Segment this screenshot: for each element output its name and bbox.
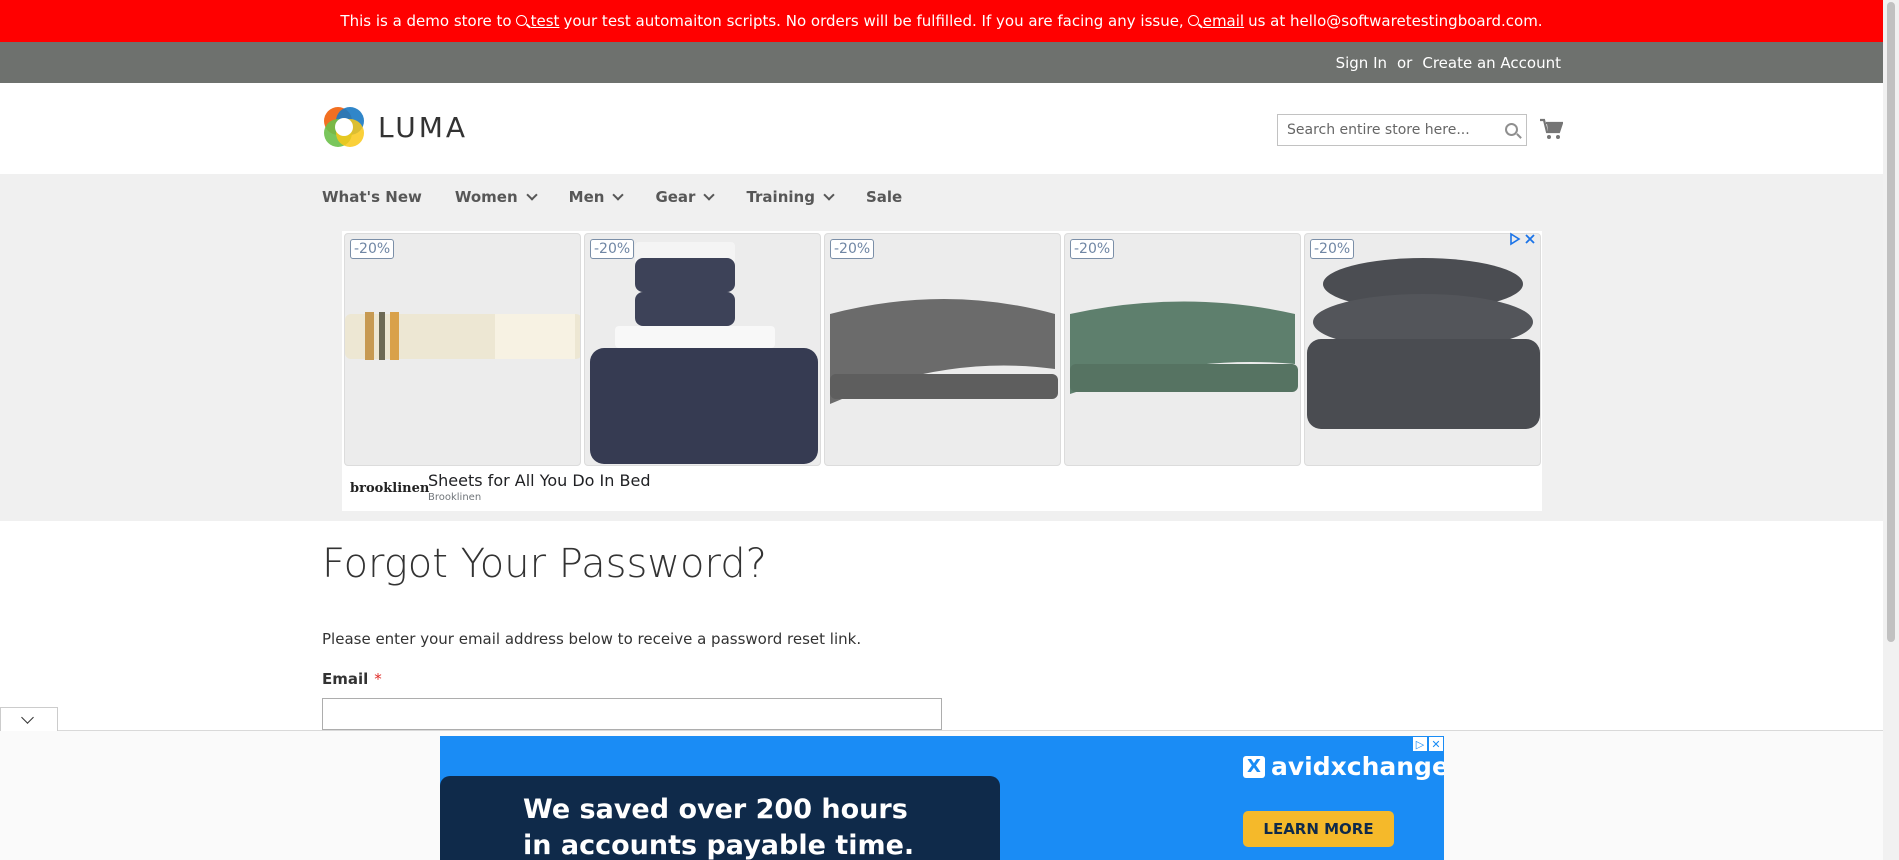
chevron-down-icon bbox=[21, 711, 34, 724]
banner-text-3: us at hello@softwaretestingboard.com. bbox=[1248, 12, 1543, 30]
nav-label: Men bbox=[568, 188, 605, 206]
ad-product-tile[interactable]: -20% bbox=[824, 233, 1061, 466]
ad-headline: We saved over 200 hours in accounts paya… bbox=[523, 792, 914, 860]
nav-item-men[interactable]: Men bbox=[568, 188, 625, 206]
search-icon[interactable] bbox=[1505, 123, 1518, 136]
ad-brand: X avidxchange bbox=[1243, 752, 1444, 781]
ad-advertiser: Brooklinen bbox=[428, 492, 482, 503]
logo-text: LUMA bbox=[378, 110, 469, 144]
email-label-text: Email bbox=[322, 670, 369, 688]
banner-text-1: This is a demo store to bbox=[340, 12, 512, 30]
email-field[interactable] bbox=[322, 698, 942, 730]
demo-notice-banner: This is a demo store to test your test a… bbox=[0, 0, 1883, 42]
banner-text-2: your test automaiton scripts. No orders … bbox=[563, 12, 1184, 30]
chevron-down-icon bbox=[612, 188, 625, 201]
top-header-bar: Sign In or Create an Account bbox=[0, 42, 1883, 83]
search-box bbox=[1277, 114, 1527, 146]
test-link[interactable]: test bbox=[531, 12, 560, 30]
learn-more-button[interactable]: LEARN MORE bbox=[1243, 811, 1394, 847]
chevron-down-icon bbox=[823, 188, 835, 201]
header-links: Sign In or Create an Account bbox=[1336, 54, 1561, 72]
avidxchange-logo-icon: X bbox=[1243, 755, 1265, 778]
ad-controls: ▷ ✕ bbox=[1412, 736, 1444, 752]
search-input[interactable] bbox=[1278, 115, 1488, 145]
nav-item-women[interactable]: Women bbox=[454, 188, 538, 206]
email-link[interactable]: email bbox=[1203, 12, 1244, 30]
nav-label: Gear bbox=[655, 188, 696, 206]
ad-headline-line-1: We saved over 200 hours bbox=[523, 794, 908, 825]
required-asterisk: * bbox=[374, 670, 382, 688]
ad-brand-name: avidxchange bbox=[1271, 752, 1444, 781]
cart-icon[interactable] bbox=[1539, 117, 1563, 141]
adchoices-icon[interactable]: ▷ bbox=[1412, 736, 1428, 752]
ad-product-tile[interactable]: -20% bbox=[1064, 233, 1301, 466]
nav-item-gear[interactable]: Gear bbox=[655, 188, 716, 206]
email-label: Email * bbox=[322, 670, 382, 688]
chevron-down-icon bbox=[525, 188, 538, 201]
ad-product-tile[interactable]: -20% bbox=[1304, 233, 1541, 466]
main-navigation: What's New Women Men Gear Training Sale bbox=[322, 188, 935, 206]
discount-badge: -20% bbox=[350, 239, 395, 259]
ad-headline[interactable]: Sheets for All You Do In Bed bbox=[428, 471, 650, 490]
discount-badge: -20% bbox=[1310, 239, 1355, 259]
close-icon[interactable]: ✕ bbox=[1428, 736, 1444, 752]
chevron-down-icon bbox=[703, 188, 716, 201]
scrollbar-thumb[interactable] bbox=[1887, 2, 1895, 642]
luma-logo-icon bbox=[324, 107, 364, 147]
page-scrollbar[interactable] bbox=[1883, 0, 1899, 860]
ad-brand-logo: brooklinen bbox=[350, 481, 430, 496]
adchoices-icon[interactable] bbox=[1508, 232, 1538, 246]
nav-item-whats-new[interactable]: What's New bbox=[322, 188, 422, 206]
bottom-banner-ad[interactable]: We saved over 200 hours in accounts paya… bbox=[440, 736, 1444, 860]
nav-label: Sale bbox=[865, 188, 903, 206]
sign-in-link[interactable]: Sign In bbox=[1336, 54, 1387, 72]
display-ad[interactable]: -20% -20% -20% -20% -20% brooklinen Shee… bbox=[342, 231, 1542, 511]
pillow-duvet-image bbox=[1307, 258, 1540, 429]
ad-headline-line-2: in accounts payable time. bbox=[523, 830, 915, 860]
nav-label: Training bbox=[746, 188, 815, 206]
discount-badge: -20% bbox=[590, 239, 635, 259]
divider bbox=[0, 730, 1883, 731]
discount-badge: -20% bbox=[1070, 239, 1115, 259]
discount-badge: -20% bbox=[830, 239, 875, 259]
throw-blanket-image bbox=[345, 312, 580, 360]
nav-item-sale[interactable]: Sale bbox=[866, 188, 902, 206]
ad-product-tile[interactable]: -20% bbox=[344, 233, 581, 466]
create-account-link[interactable]: Create an Account bbox=[1422, 54, 1561, 72]
nav-label: What's New bbox=[322, 188, 422, 206]
ad-product-tile[interactable]: -20% bbox=[584, 233, 821, 466]
search-icon bbox=[1187, 14, 1199, 26]
store-logo[interactable]: LUMA bbox=[322, 105, 468, 149]
towel-stack-image bbox=[590, 242, 818, 464]
instruction-text: Please enter your email address below to… bbox=[322, 630, 862, 648]
search-icon bbox=[515, 14, 527, 26]
waffle-blanket-green-image bbox=[1070, 301, 1298, 394]
or-text: or bbox=[1397, 54, 1413, 72]
page-title: Forgot Your Password? bbox=[322, 541, 767, 587]
nav-item-training[interactable]: Training bbox=[746, 188, 835, 206]
waffle-blanket-gray-image bbox=[830, 299, 1058, 404]
nav-label: Women bbox=[454, 188, 518, 206]
collapse-ad-button[interactable] bbox=[0, 707, 58, 731]
